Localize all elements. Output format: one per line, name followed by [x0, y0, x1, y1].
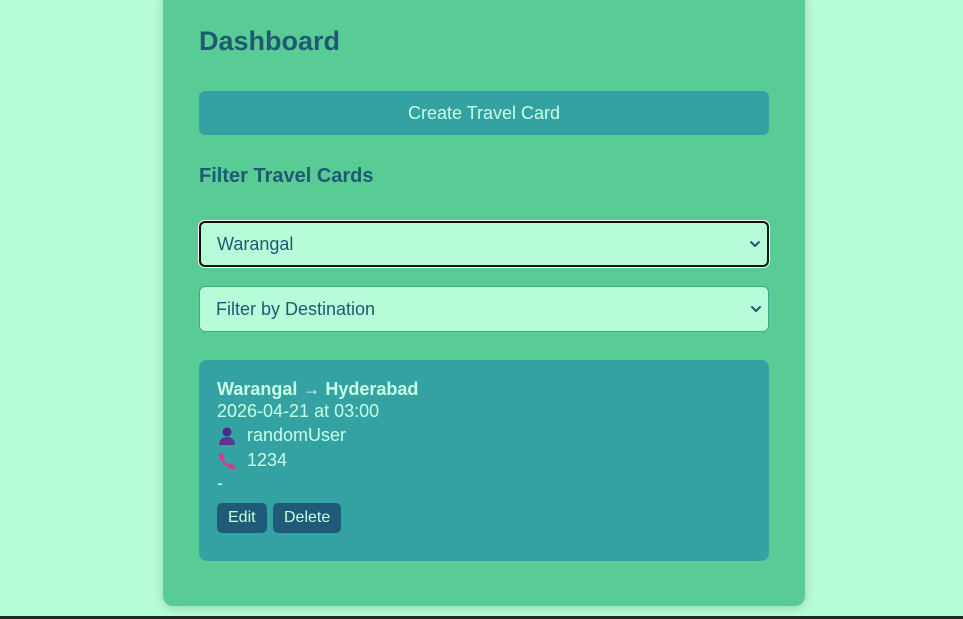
travel-card-phone: 1234: [247, 450, 288, 470]
travel-card-phone-row: 1234: [217, 450, 287, 471]
chevron-down-icon: [750, 241, 760, 247]
travel-card-user-row: randomUser: [217, 425, 346, 446]
page-title: Dashboard: [199, 26, 341, 56]
travel-card-username: randomUser: [247, 425, 347, 445]
user-icon: [219, 427, 235, 445]
delete-button[interactable]: Delete: [273, 503, 342, 533]
destination-filter-select[interactable]: Filter by Destination: [199, 286, 769, 332]
destination-filter-value: Filter by Destination: [216, 298, 376, 319]
source-filter-value: Warangal: [217, 233, 294, 254]
travel-card-route: Warangal → Hyderabad: [217, 379, 419, 399]
create-travel-card-button[interactable]: Create Travel Card: [199, 91, 769, 135]
filter-heading: Filter Travel Cards: [199, 165, 374, 187]
dashboard-panel: Dashboard Create Travel Card Filter Trav…: [163, 0, 805, 606]
travel-card: Warangal → Hyderabad 2026-04-21 at 03:00…: [199, 360, 769, 561]
travel-card-notes: -: [217, 473, 223, 493]
chevron-down-icon: [751, 306, 761, 312]
edit-button[interactable]: Edit: [217, 503, 267, 533]
phone-icon: [218, 452, 235, 469]
travel-card-datetime: 2026-04-21 at 03:00: [217, 401, 380, 421]
source-filter-select[interactable]: Warangal: [199, 221, 769, 267]
